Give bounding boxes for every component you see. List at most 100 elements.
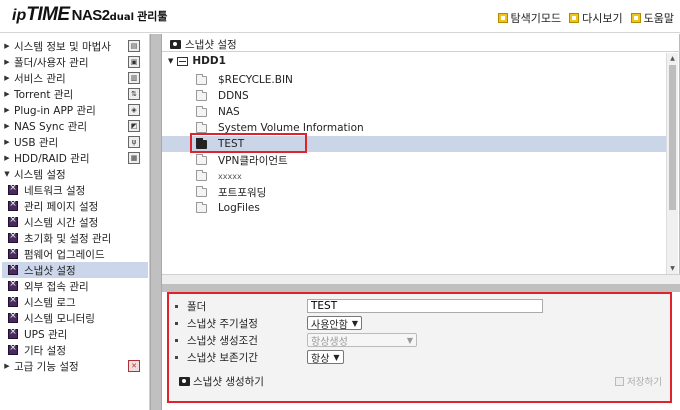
refresh-label: 다시보기	[582, 12, 623, 25]
logo-time: TIME	[26, 4, 70, 25]
folder-row[interactable]: 포트포워딩	[162, 184, 666, 200]
folder-row[interactable]: xxxxx	[162, 168, 666, 184]
panel-splitter[interactable]	[162, 284, 680, 292]
folder-row[interactable]: NAS	[162, 104, 666, 120]
sub-system-monitoring[interactable]: 시스템 모니터링	[2, 310, 148, 326]
folder-row[interactable]: VPN클라이언트	[162, 152, 666, 168]
chevron-down-icon: ▼	[406, 335, 413, 345]
condition-select[interactable]: 항상생성 ▼	[307, 333, 417, 348]
expand-arrow-icon: ▶	[4, 154, 10, 162]
menu-system-settings[interactable]: ▼ 시스템 설정	[2, 166, 148, 182]
scroll-down-icon[interactable]: ▼	[667, 263, 678, 274]
explorer-icon	[497, 13, 508, 23]
menu-torrent[interactable]: ▶ Torrent 관리 ⇅	[2, 86, 148, 102]
create-snapshot-label: 스냅샷 생성하기	[193, 376, 264, 388]
menu-nas-sync[interactable]: ▶ NAS Sync 관리 ◩	[2, 118, 148, 134]
collapse-arrow-icon: ▼	[4, 170, 10, 178]
bullet-icon	[175, 338, 178, 342]
menu-system-info[interactable]: ▶ 시스템 정보 및 마법사 ▤	[2, 38, 148, 54]
explorer-footer-bar	[162, 274, 680, 284]
explorer-scrollbar[interactable]: ▲ ▼	[666, 53, 678, 274]
sub-misc-settings[interactable]: 기타 설정	[2, 342, 148, 358]
sub-snapshot-settings[interactable]: 스냅샷 설정	[2, 262, 148, 278]
folder-icon	[196, 153, 207, 165]
menu-label: NAS Sync 관리	[14, 120, 88, 133]
settings-icon	[8, 279, 18, 291]
folder-user-icon: ▣	[128, 56, 140, 68]
folder-icon	[196, 121, 207, 133]
cycle-select[interactable]: 사용안함 ▼	[307, 316, 362, 331]
explorer-mode-link[interactable]: 탐색기모드	[497, 10, 561, 26]
folder-row[interactable]: LogFiles	[162, 200, 666, 216]
help-link[interactable]: 도움말	[630, 10, 674, 26]
service-icon: ▥	[128, 72, 140, 84]
chart-icon: ▤	[128, 40, 140, 52]
collapse-arrow-icon: ▼	[168, 57, 174, 65]
folder-tree: ▼ HDD1 $RECYCLE.BIN DDNS NAS System Volu…	[162, 53, 666, 275]
expand-arrow-icon: ▶	[4, 122, 10, 130]
retention-select-value: 항상	[311, 353, 330, 365]
folder-field[interactable]	[307, 299, 543, 313]
snapshot-properties-panel: 폴더 스냅샷 주기설정 사용안함 ▼ 스냅샷 생성조건 항상생성 ▼ 스냅샷 보…	[167, 292, 672, 403]
bullet-icon	[175, 304, 178, 308]
menu-folder-user[interactable]: ▶ 폴더/사용자 관리 ▣	[2, 54, 148, 70]
menu-service[interactable]: ▶ 서비스 관리 ▥	[2, 70, 148, 86]
refresh-icon	[569, 13, 580, 23]
retention-select[interactable]: 항상 ▼	[307, 350, 344, 365]
sub-system-time-settings[interactable]: 시스템 시간 설정	[2, 214, 148, 230]
sub-label: 시스템 모니터링	[24, 312, 95, 325]
hdd-icon	[177, 56, 189, 66]
sidebar-splitter[interactable]	[150, 34, 162, 410]
menu-plugin-app[interactable]: ▶ Plug-in APP 관리 ◈	[2, 102, 148, 118]
menu-advanced-settings[interactable]: ▶ 고급 기능 설정 ✕	[2, 358, 148, 374]
settings-icon	[8, 183, 18, 195]
folder-name: LogFiles	[218, 202, 260, 214]
logo-manager: 관리툴	[137, 10, 168, 23]
sub-ups-management[interactable]: UPS 관리	[2, 326, 148, 342]
retention-label: 스냅샷 보존기간	[187, 351, 258, 364]
expand-arrow-icon: ▶	[4, 138, 10, 146]
bullet-icon	[175, 355, 178, 359]
folder-row[interactable]: DDNS	[162, 88, 666, 104]
menu-label: 시스템 정보 및 마법사	[14, 40, 111, 53]
menu-usb[interactable]: ▶ USB 관리 ψ	[2, 134, 148, 150]
folder-row[interactable]: System Volume Information	[162, 120, 666, 136]
advanced-icon: ✕	[128, 360, 140, 372]
scroll-up-icon[interactable]: ▲	[667, 53, 678, 64]
help-icon	[630, 13, 641, 23]
folder-row[interactable]: $RECYCLE.BIN	[162, 72, 666, 88]
sub-network-settings[interactable]: 네트워크 설정	[2, 182, 148, 198]
sub-reset-config[interactable]: 초기화 및 설정 관리	[2, 230, 148, 246]
folder-row-selected[interactable]: TEST	[162, 136, 666, 152]
condition-label: 스냅샷 생성조건	[187, 334, 258, 347]
sub-admin-page-settings[interactable]: 관리 페이지 설정	[2, 198, 148, 214]
expand-arrow-icon: ▶	[4, 74, 10, 82]
iptime-logo: ip TIME NAS2 dual 관리툴	[12, 4, 167, 26]
sub-remote-access[interactable]: 외부 접속 관리	[2, 278, 148, 294]
menu-hdd-raid[interactable]: ▶ HDD/RAID 관리 ▦	[2, 150, 148, 166]
bullet-icon	[175, 321, 178, 325]
sync-icon: ◩	[128, 120, 140, 132]
folder-name: System Volume Information	[218, 122, 364, 134]
sub-label: 외부 접속 관리	[24, 280, 89, 293]
sub-label: 네트워크 설정	[24, 184, 86, 197]
settings-icon	[8, 199, 18, 211]
save-button[interactable]: 저장하기	[615, 374, 662, 388]
sub-firmware-upgrade[interactable]: 펌웨어 업그레이드	[2, 246, 148, 262]
sub-label: 펌웨어 업그레이드	[24, 248, 105, 261]
help-label: 도움말	[643, 12, 674, 25]
sub-label: 관리 페이지 설정	[24, 200, 99, 213]
sub-system-log[interactable]: 시스템 로그	[2, 294, 148, 310]
menu-label: Plug-in APP 관리	[14, 104, 96, 117]
refresh-link[interactable]: 다시보기	[569, 10, 623, 26]
folder-prop-row: 폴더	[175, 298, 665, 314]
top-links: 탐색기모드 다시보기 도움말	[497, 10, 674, 26]
sidebar-menu: ▶ 시스템 정보 및 마법사 ▤ ▶ 폴더/사용자 관리 ▣ ▶ 서비스 관리 …	[0, 34, 150, 410]
menu-label: 고급 기능 설정	[14, 360, 79, 373]
settings-icon	[8, 263, 18, 275]
scroll-thumb[interactable]	[669, 65, 676, 210]
app-header: ip TIME NAS2 dual 관리툴 탐색기모드 다시보기 도움말	[0, 0, 680, 33]
create-snapshot-button[interactable]: 스냅샷 생성하기	[179, 374, 264, 389]
folder-name: NAS	[218, 106, 240, 118]
tree-root-hdd1[interactable]: ▼ HDD1	[168, 55, 226, 67]
